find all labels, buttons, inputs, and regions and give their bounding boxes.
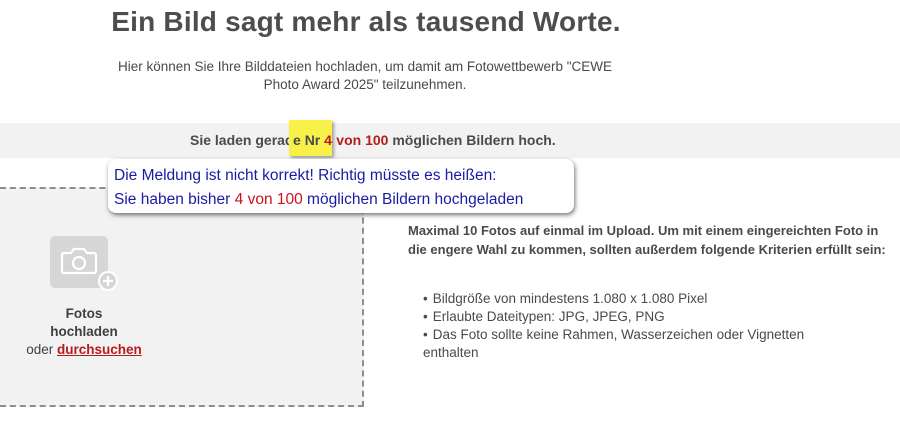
annotation-callout: Die Meldung ist nicht korrekt! Richtig m… (108, 159, 574, 213)
annotation-line-2: Sie haben bisher 4 von 100 möglichen Bil… (114, 188, 568, 212)
upload-or-text: oder (26, 342, 57, 357)
counter-prefix: Sie laden gerad (190, 132, 294, 148)
overlay-prefix-tail: e (293, 132, 305, 148)
intro-text: Hier können Sie Ihre Bilddateien hochlad… (95, 58, 635, 94)
requirement-item: Bildgröße von mindestens 1.080 x 1.080 P… (423, 290, 863, 308)
annotation-line-2-suffix: möglichen Bildern hochgeladen (302, 191, 524, 208)
page-title: Ein Bild sagt mehr als tausend Worte. (111, 6, 621, 37)
overlay-current: 4 (324, 132, 332, 148)
upload-counter-text: Sie laden gerade Nr 4 von 100 möglichen … (190, 132, 556, 148)
camera-plus-icon[interactable] (50, 236, 120, 292)
requirement-item: Das Foto sollte keine Rahmen, Wasserzeic… (423, 326, 863, 362)
intro-line-2: Photo Award 2025" teilzunehmen. (263, 77, 467, 92)
counter-highlighted-text: e Nr 4 (293, 132, 332, 148)
overlay-nr-label: Nr (304, 132, 325, 148)
intro-line-1: Hier können Sie Ihre Bilddateien hochlad… (117, 59, 613, 74)
annotation-line-1: Die Meldung ist nicht korrekt! Richtig m… (114, 167, 497, 184)
upload-label-line-1: Fotos (65, 306, 103, 321)
counter-suffix: möglichen Bildern hoch. (388, 132, 556, 148)
requirements-intro: Maximal 10 Fotos auf einmal im Upload. U… (408, 223, 886, 257)
requirements-list: Bildgröße von mindestens 1.080 x 1.080 P… (423, 290, 863, 362)
requirement-item: Erlaubte Dateitypen: JPG, JPEG, PNG (423, 308, 863, 326)
upload-label-line-2: hochladen (50, 324, 118, 339)
upload-label: Fotos hochladen oder durchsuchen (14, 305, 154, 359)
annotation-line-2-prefix: Sie haben bisher (114, 191, 235, 208)
counter-of-text: von 100 (332, 132, 389, 148)
browse-link[interactable]: durchsuchen (57, 342, 142, 357)
upload-dropzone[interactable] (0, 187, 364, 407)
upload-page: Ein Bild sagt mehr als tausend Worte. Hi… (0, 0, 900, 436)
annotation-line-2-highlight: 4 von 100 (234, 191, 303, 208)
